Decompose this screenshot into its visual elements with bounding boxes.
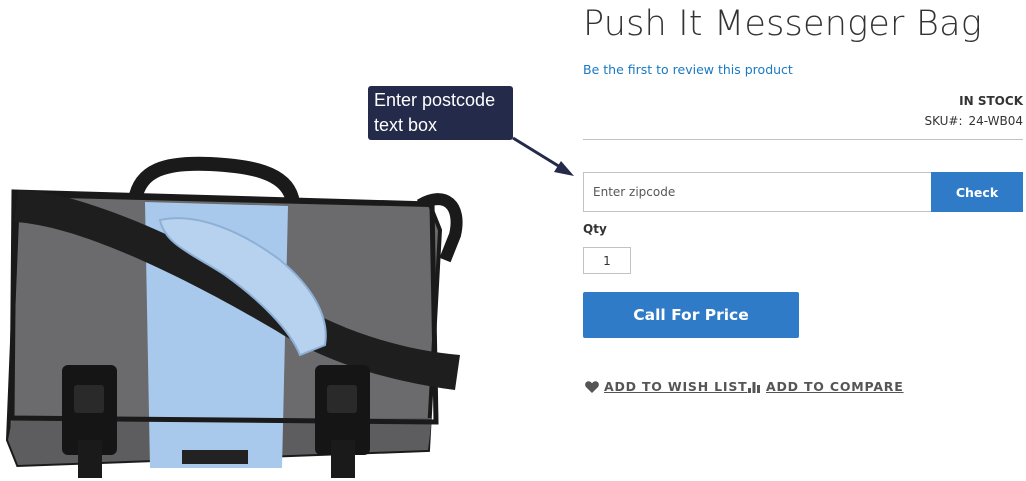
sku-value: 24-WB04: [968, 114, 1023, 128]
qty-label: Qty: [583, 222, 607, 236]
compare-label: ADD TO COMPARE: [766, 379, 904, 394]
annotation-line-2: text box: [374, 115, 438, 135]
product-image: [5, 156, 463, 478]
review-link[interactable]: Be the first to review this product: [583, 62, 793, 77]
annotation-callout: Enter postcode text box: [368, 86, 513, 140]
add-to-wishlist-link[interactable]: ADD TO WISH LIST: [585, 379, 747, 394]
product-title: Push It Messenger Bag: [583, 4, 982, 44]
add-to-compare-link[interactable]: ADD TO COMPARE: [747, 379, 904, 394]
bar-chart-icon: [748, 382, 760, 393]
product-sku: SKU#: 24-WB04: [924, 114, 1023, 128]
heart-icon: [585, 380, 599, 393]
divider: [583, 139, 1023, 140]
wishlist-label: ADD TO WISH LIST: [604, 379, 748, 394]
stock-status: IN STOCK: [959, 94, 1023, 108]
qty-input[interactable]: [583, 247, 631, 274]
annotation-line-1: Enter postcode: [374, 90, 496, 110]
call-for-price-button[interactable]: Call For Price: [583, 292, 799, 338]
zipcode-input[interactable]: [583, 172, 931, 212]
check-button[interactable]: Check: [931, 172, 1023, 212]
sku-label: SKU#:: [924, 114, 963, 128]
